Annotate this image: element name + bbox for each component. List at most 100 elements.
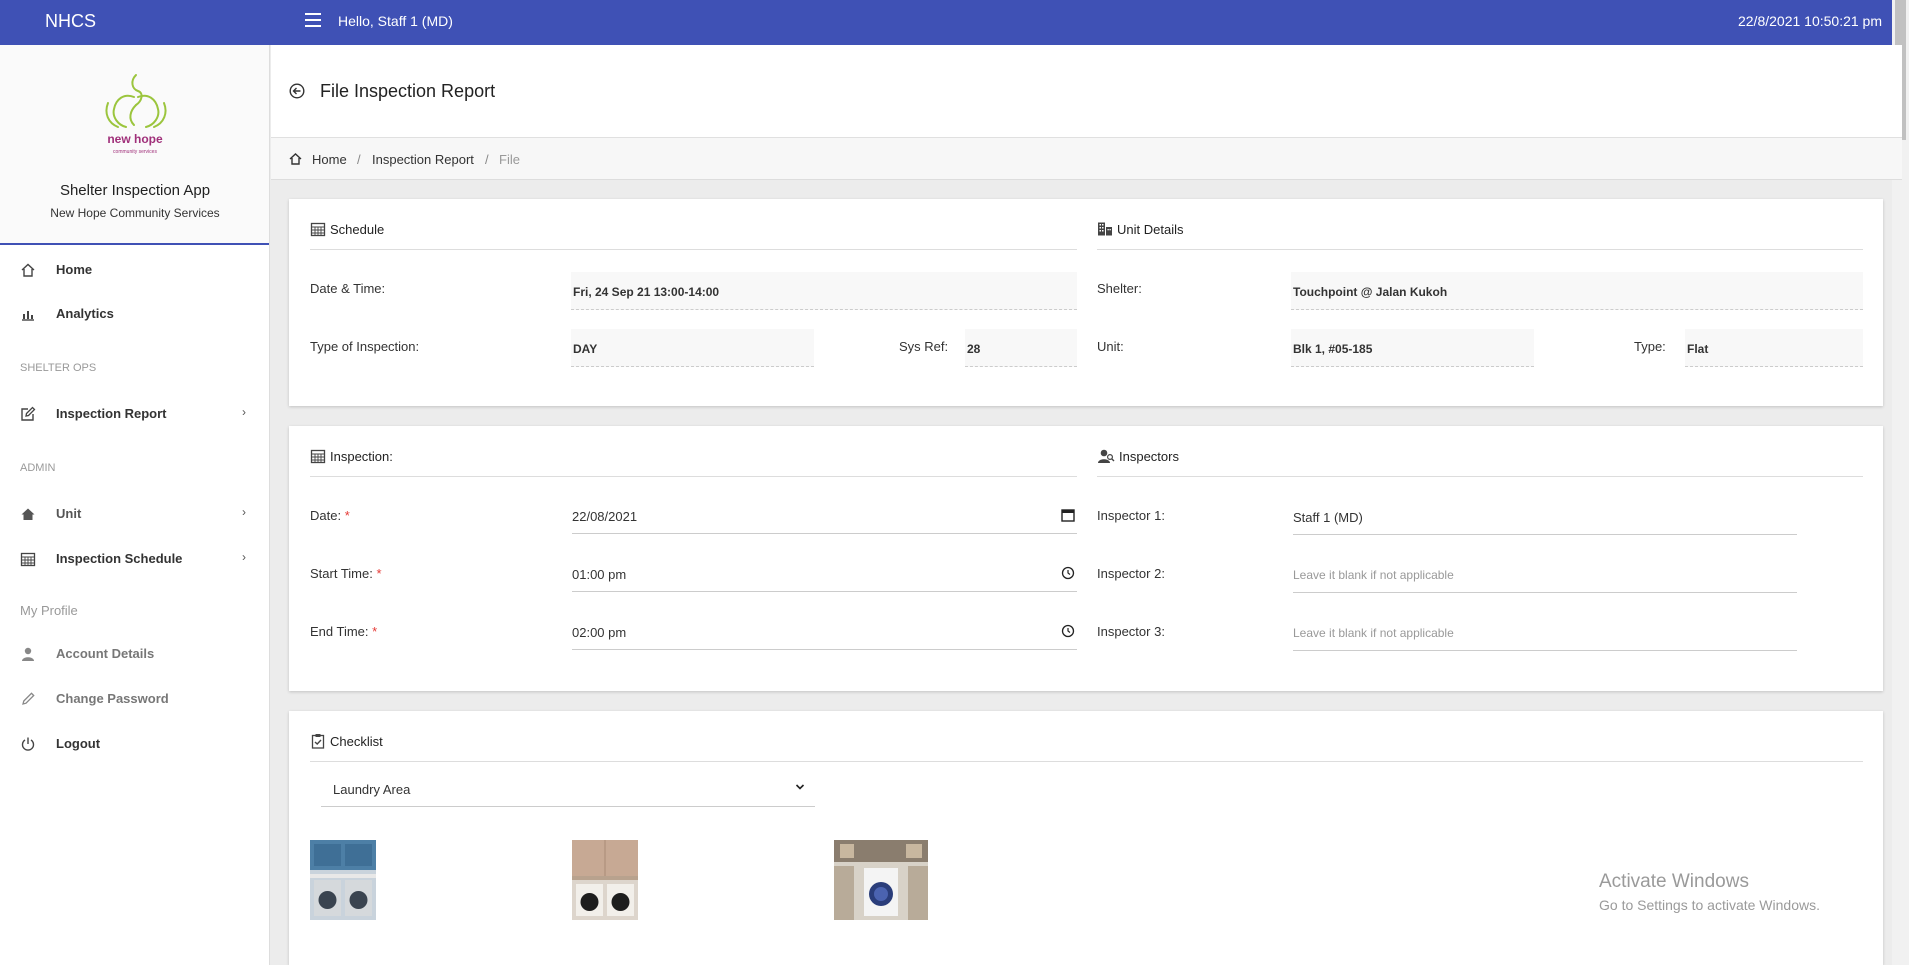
chevron-right-icon: › [242,550,246,564]
breadcrumb: Home / Inspection Report / File [271,138,1902,180]
sidebar-item-logout[interactable]: Logout [0,724,270,764]
checklist-area-select[interactable]: Laundry Area [321,769,815,807]
power-icon [21,737,35,751]
clipboard-check-icon [311,734,325,749]
laundry-photo-1[interactable] [310,840,376,920]
chevron-down-icon [795,784,805,790]
shelter-value: Touchpoint @ Jalan Kukoh [1291,272,1863,310]
clock-icon[interactable] [1061,566,1075,580]
org-logo: new hope community services [105,74,167,155]
home-icon [21,508,35,520]
sidebar-item-label: Inspection Schedule [56,551,183,566]
divider [310,249,1077,250]
laundry-photo-3[interactable] [834,840,928,920]
section-shelter-ops: SHELTER OPS [20,362,97,374]
sidebar-item-change-password[interactable]: Change Password [0,679,270,719]
user-icon [22,647,34,661]
required-mark: * [344,508,350,523]
calendar-icon [310,449,326,464]
bar-chart-icon [22,311,34,321]
breadcrumb-inspection-report[interactable]: Inspection Report [372,152,474,167]
required-mark: * [376,566,382,581]
breadcrumb-separator: / [485,152,489,167]
inspection-title: Inspection: [310,448,393,464]
inspector-3-label: Inspector 3: [1097,624,1165,639]
watermark-title: Activate Windows [1599,871,1749,892]
section-my-profile: My Profile [20,603,78,618]
calendar-icon [20,552,36,567]
sidebar-item-analytics[interactable]: Analytics [0,294,270,334]
home-icon [289,153,302,165]
shelter-label: Shelter: [1097,281,1142,296]
brand-name[interactable]: NHCS [45,11,96,32]
calendar-picker-icon[interactable] [1061,508,1075,522]
end-time-input[interactable]: 02:00 pm [572,612,1077,650]
org-title: New Hope Community Services [50,206,220,220]
schedule-title: Schedule [310,221,384,237]
page-title: File Inspection Report [320,81,496,101]
users-icon [1098,449,1115,463]
inspection-title-text: Inspection: [330,448,393,464]
divider [310,476,1077,477]
unit-label: Unit: [1097,339,1124,354]
sidebar-item-home[interactable]: Home [0,250,270,290]
required-mark: * [372,624,378,639]
inspector-1-label: Inspector 1: [1097,508,1165,523]
inspector-1-input[interactable]: Staff 1 (MD) [1293,497,1797,535]
sidebar-item-unit[interactable]: Unit › [0,494,270,534]
logo-subtext: community services [113,149,157,155]
checklist-title: Checklist [310,733,383,749]
inspector-3-input[interactable]: Leave it blank if not applicable [1293,613,1797,651]
sidebar-item-label: Unit [56,506,82,521]
sidebar-item-inspection-schedule[interactable]: Inspection Schedule › [0,539,270,579]
menu-icon[interactable] [305,13,321,27]
breadcrumb-separator: / [357,152,361,167]
unit-type-label: Type: [1634,339,1666,354]
unit-details-title-text: Unit Details [1117,221,1184,237]
inspector-2-label: Inspector 2: [1097,566,1165,581]
date-input[interactable]: 22/08/2021 [572,496,1077,534]
current-datetime: 22/8/2021 10:50:21 pm [1737,13,1882,29]
sidebar-item-label: Inspection Report [56,406,167,421]
divider [1097,249,1863,250]
breadcrumb-home[interactable]: Home [312,152,347,167]
back-arrow-icon[interactable] [289,83,305,99]
section-admin: ADMIN [20,462,56,474]
greeting: Hello, Staff 1 (MD) [338,13,453,29]
laundry-photo-2[interactable] [572,840,638,920]
page-header: File Inspection Report [271,45,1902,138]
checklist-card: Checklist Laundry Area [289,711,1883,965]
edit-icon [21,406,36,421]
datetime-value: Fri, 24 Sep 21 13:00-14:00 [571,272,1077,310]
schedule-title-text: Schedule [330,221,385,237]
divider [1097,476,1863,477]
sidebar-item-label: Change Password [56,691,169,706]
type-of-inspection-label: Type of Inspection: [310,339,420,354]
end-time-label: End Time: * [310,624,378,639]
start-time-input[interactable]: 01:00 pm [572,554,1077,592]
calendar-icon [310,222,326,237]
datetime-label: Date & Time: [310,281,386,296]
unit-details-title: Unit Details [1097,221,1183,237]
sidebar-item-account-details[interactable]: Account Details [0,634,270,674]
clock-icon[interactable] [1061,624,1075,638]
checklist-title-text: Checklist [330,733,383,749]
breadcrumb-file: File [499,152,520,167]
unit-type-value: Flat [1685,329,1863,367]
app-title: Shelter Inspection App [59,182,211,199]
schedule-card: Schedule Date & Time: Fri, 24 Sep 21 13:… [289,199,1883,406]
inspector-2-input[interactable]: Leave it blank if not applicable [1293,555,1797,593]
sidebar-item-label: Analytics [56,306,114,321]
inspectors-title: Inspectors [1097,448,1179,464]
top-app-bar: NHCS Hello, Staff 1 (MD) 22/8/2021 10:50… [0,0,1909,45]
inspectors-title-text: Inspectors [1119,448,1179,464]
sidebar-item-inspection-report[interactable]: Inspection Report › [0,394,270,434]
sidebar-item-label: Account Details [56,646,155,661]
building-icon [1098,222,1112,236]
chevron-right-icon: › [242,505,246,519]
divider [310,761,1863,762]
sidebar-header: new hope community services Shelter Insp… [0,45,269,245]
pencil-icon [22,692,35,705]
sidebar: new hope community services Shelter Insp… [0,45,270,965]
activate-windows-watermark: Activate Windows Go to Settings to activ… [1599,871,1820,913]
